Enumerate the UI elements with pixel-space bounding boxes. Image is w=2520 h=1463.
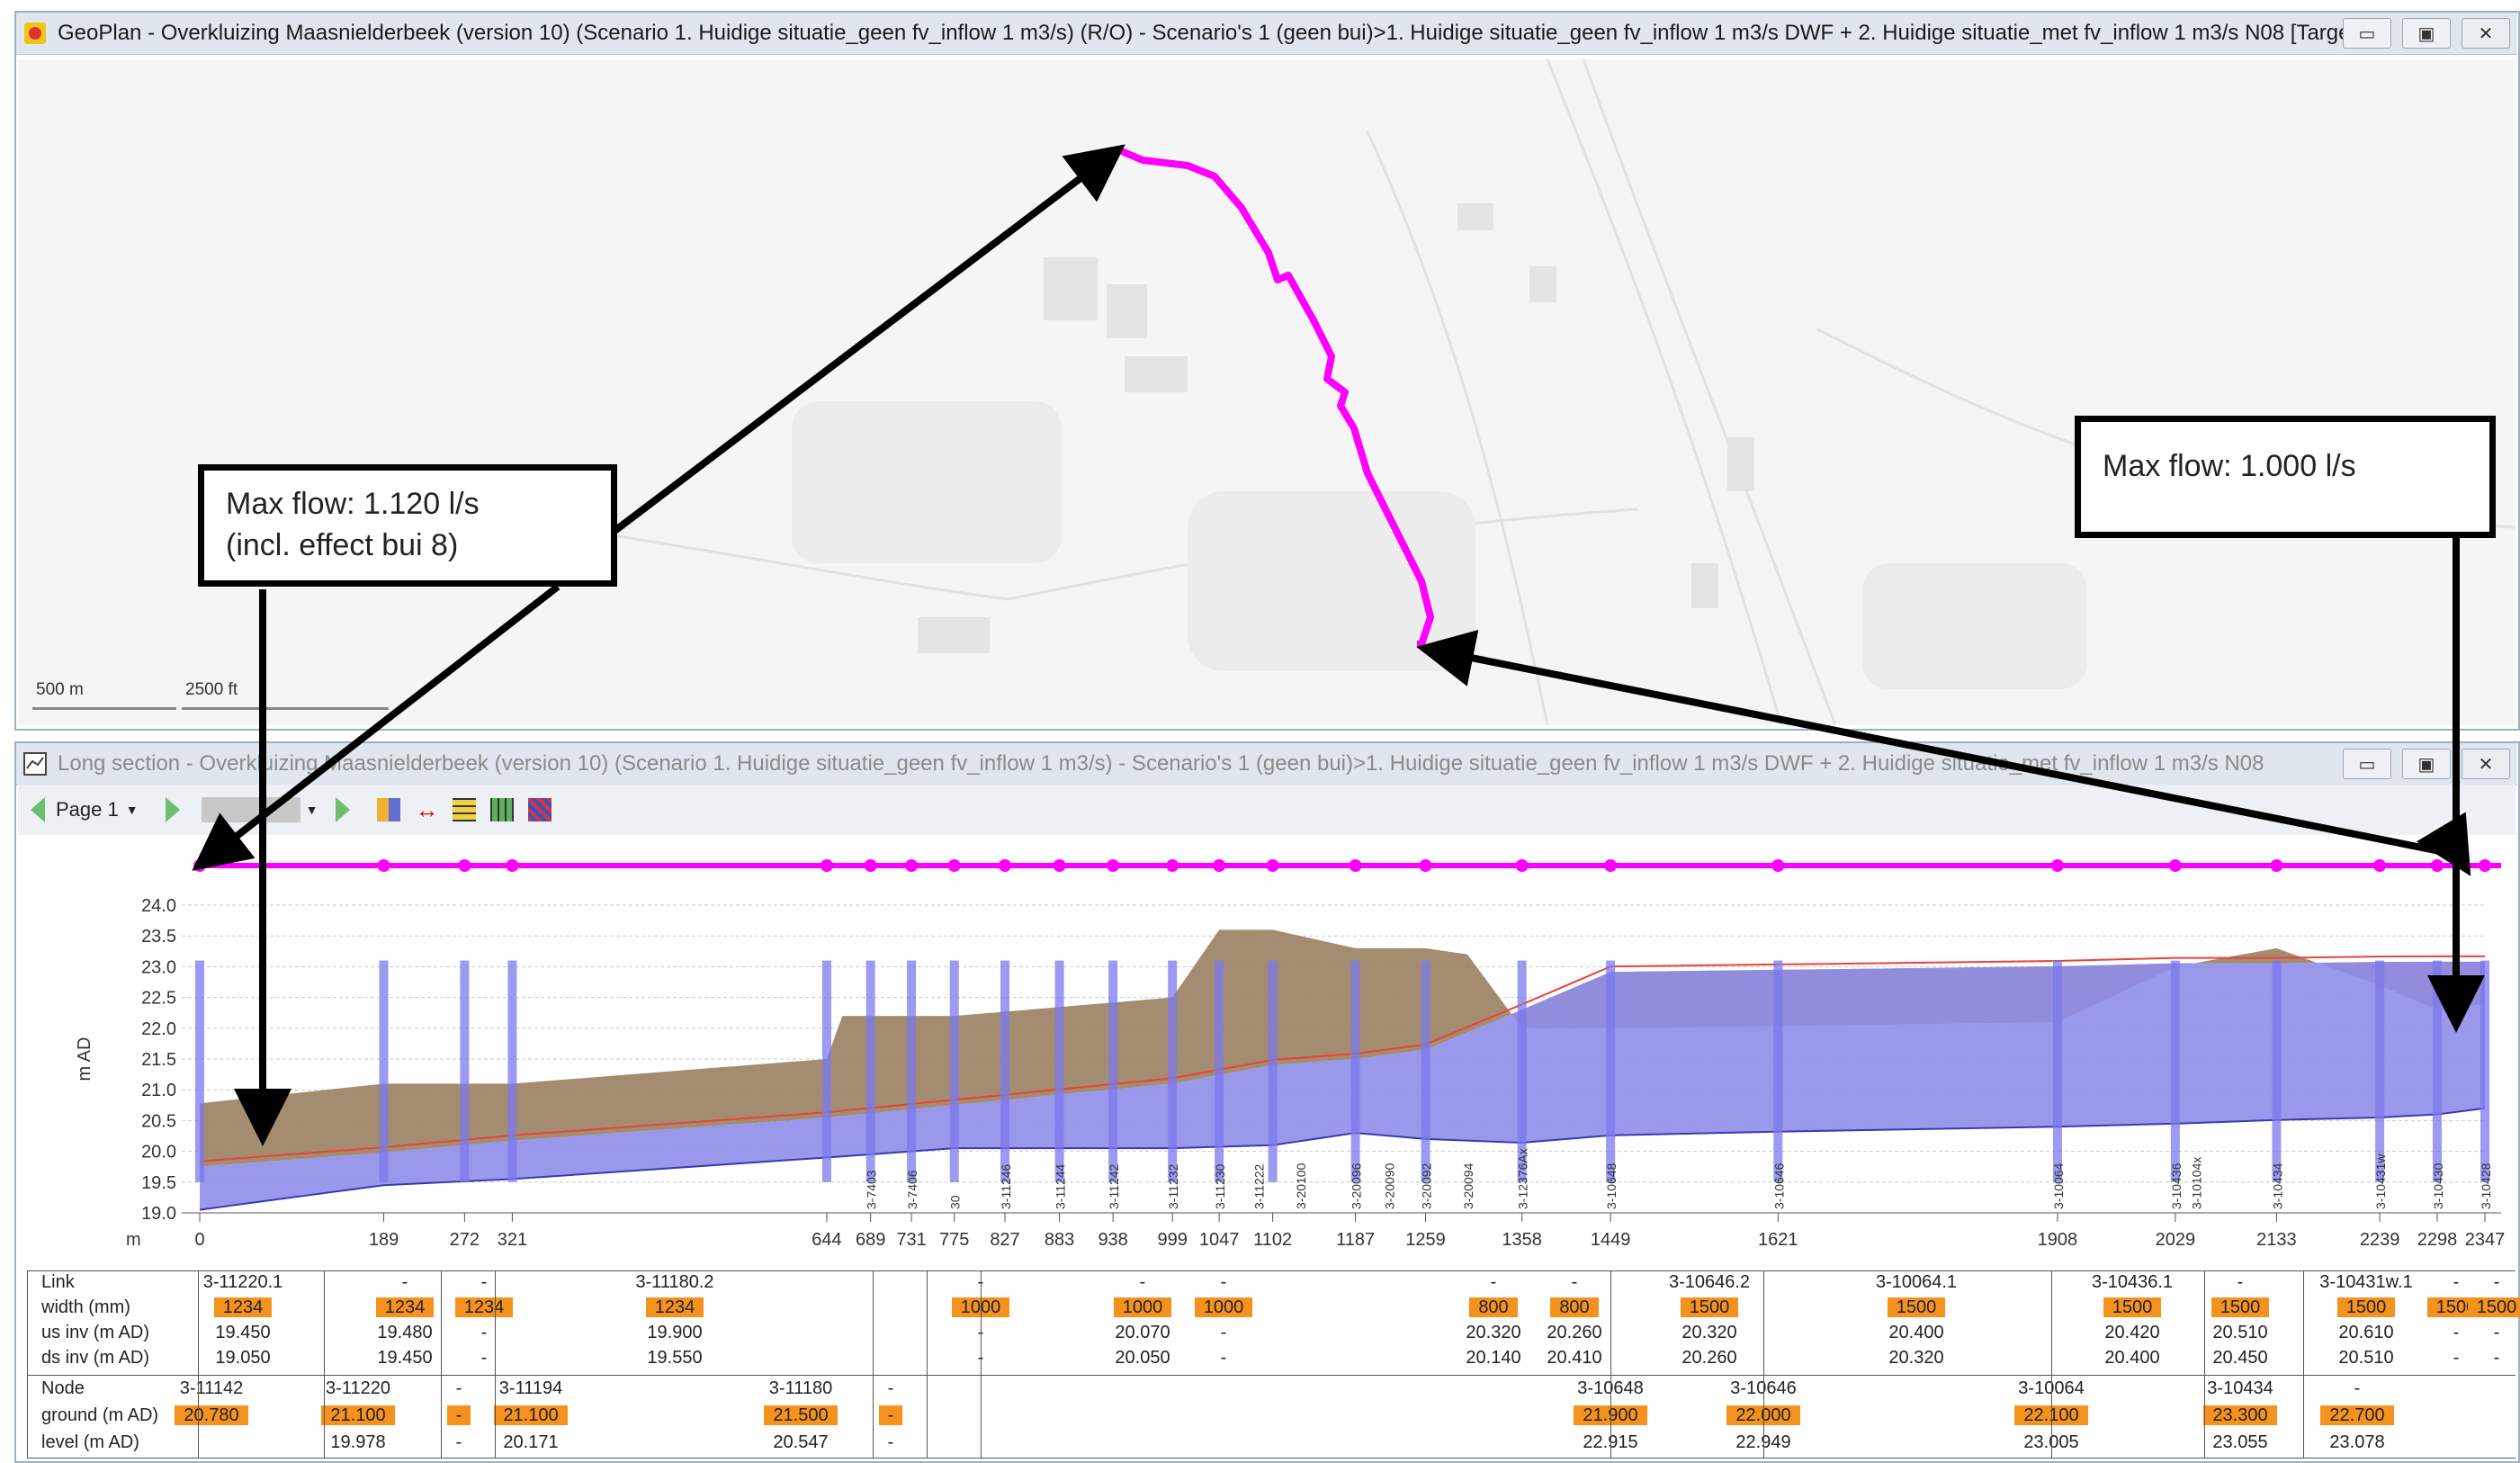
callout-right-line1: Max flow: 1.000 l/s: [2103, 449, 2356, 483]
annotation-arrows: [192, 144, 2485, 1146]
arrow-to-section-start: [192, 583, 560, 871]
arrow-to-route-start: [600, 144, 1125, 543]
callout-right: Max flow: 1.000 l/s: [2075, 416, 2496, 538]
callout-left-line1: Max flow: 1.120 l/s: [226, 487, 480, 521]
callout-left-line2: (incl. effect bui 8): [226, 528, 459, 562]
arrow-to-route-end: [1416, 630, 2459, 858]
callout-left: Max flow: 1.120 l/s (incl. effect bui 8): [198, 464, 617, 587]
